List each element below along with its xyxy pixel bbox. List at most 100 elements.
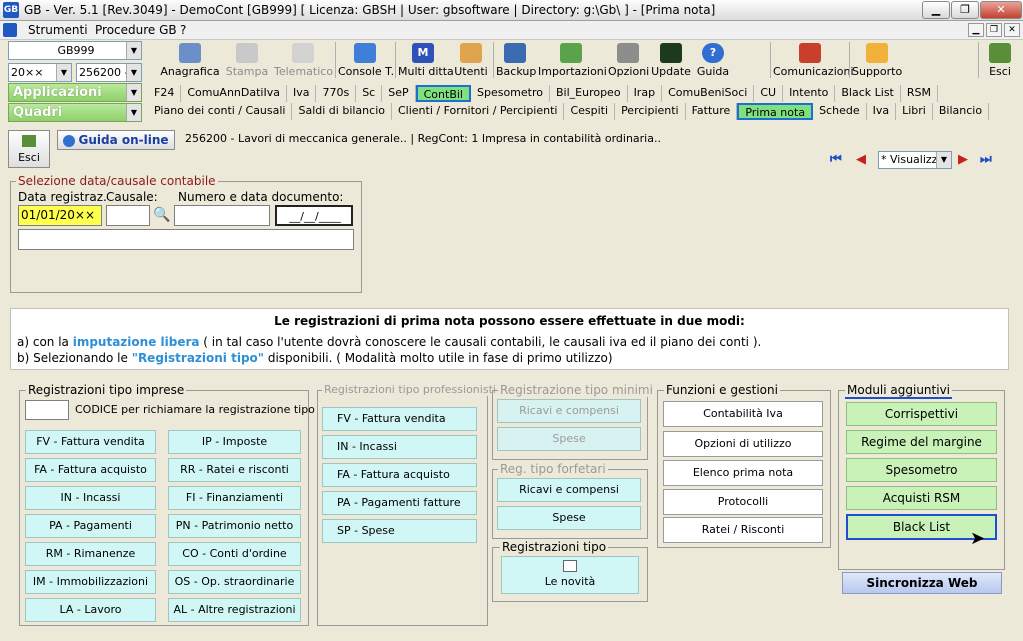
quadri-select[interactable]: Quadri ▼ xyxy=(8,103,142,122)
prof-fv-button[interactable]: FV - Fattura vendita xyxy=(322,407,477,431)
imprese-co-button[interactable]: CO - Conti d'ordine xyxy=(168,542,301,566)
first-record-icon[interactable]: ⏮ xyxy=(830,152,848,168)
data-documento-input[interactable]: __/__/____ xyxy=(275,205,353,226)
imprese-fa-button[interactable]: FA - Fattura acquisto xyxy=(25,458,156,482)
search-icon[interactable]: 🔍 xyxy=(153,207,171,225)
imprese-ip-button[interactable]: IP - Imposte xyxy=(168,430,301,454)
imprese-rm-button[interactable]: RM - Rimanenze xyxy=(25,542,156,566)
tab-black-list[interactable]: Black List xyxy=(835,85,901,102)
applicazioni-select[interactable]: Applicazioni ▼ xyxy=(8,83,142,102)
year-select[interactable]: 20×× ▼ xyxy=(8,63,72,82)
spesometro-button[interactable]: Spesometro xyxy=(846,458,997,482)
utenti-button[interactable]: Utenti xyxy=(452,41,490,80)
tab-comuanndatiiva[interactable]: ComuAnnDatiIva xyxy=(181,85,287,102)
tab-irap[interactable]: Irap xyxy=(628,85,663,102)
prof-sp-button[interactable]: SP - Spese xyxy=(322,519,477,543)
tab-piano-dei-conti[interactable]: Piano dei conti / Causali xyxy=(148,103,293,120)
imprese-in-button[interactable]: IN - Incassi xyxy=(25,486,156,510)
ratei-risconti-button[interactable]: Ratei / Risconti xyxy=(663,517,823,543)
tab-schede[interactable]: Schede xyxy=(813,103,867,120)
view-select[interactable]: * Visualizz ▼ xyxy=(878,151,952,169)
tab-comubenisoci[interactable]: ComuBeniSoci xyxy=(662,85,755,102)
opzioni-button[interactable]: Opzioni xyxy=(608,41,649,80)
tab-prima-nota[interactable]: Prima nota xyxy=(737,103,814,120)
guida-online-button[interactable]: Guida on-line xyxy=(57,130,175,150)
minimi-spese-button[interactable]: Spese xyxy=(497,427,641,451)
tab-770s[interactable]: 770s xyxy=(316,85,357,102)
close-button[interactable]: ✕ xyxy=(980,1,1022,19)
tab-iva[interactable]: Iva xyxy=(287,85,317,102)
contabilita-iva-button[interactable]: Contabilità Iva xyxy=(663,401,823,427)
le-novita-button[interactable]: Le novità xyxy=(501,556,639,594)
esci-toolbar-button[interactable]: Esci xyxy=(984,41,1016,80)
tab-spesometro[interactable]: Spesometro xyxy=(471,85,550,102)
console-button[interactable]: Console T. xyxy=(338,41,394,80)
imprese-pn-button[interactable]: PN - Patrimonio netto xyxy=(168,514,301,538)
mdi-minimize-button[interactable]: ▁ xyxy=(968,23,984,37)
tab-cu[interactable]: CU xyxy=(754,85,784,102)
tab-intento[interactable]: Intento xyxy=(783,85,836,102)
tab-contbil[interactable]: ContBil xyxy=(415,85,471,102)
update-button[interactable]: Update xyxy=(651,41,691,80)
forfetari-ricavi-button[interactable]: Ricavi e compensi xyxy=(497,478,641,502)
imprese-al-button[interactable]: AL - Altre registrazioni xyxy=(168,598,301,622)
menu-strumenti[interactable]: Strumenti xyxy=(28,23,88,37)
data-registrazione-input[interactable]: 01/01/20×× xyxy=(18,205,102,226)
code-select[interactable]: 256200 - ▼ xyxy=(76,63,142,82)
tab-percipienti[interactable]: Percipienti xyxy=(615,103,686,120)
telematico-button[interactable]: Telematico xyxy=(274,41,333,80)
tab-f24[interactable]: F24 xyxy=(148,85,182,102)
comunicazioni-button[interactable]: Comunicazioni xyxy=(773,41,854,80)
corrispettivi-button[interactable]: Corrispettivi xyxy=(846,402,997,426)
tab-rsm[interactable]: RSM xyxy=(901,85,938,102)
tab-bilancio[interactable]: Bilancio xyxy=(933,103,990,120)
imprese-rr-button[interactable]: RR - Ratei e risconti xyxy=(168,458,301,482)
mdi-close-button[interactable]: ✕ xyxy=(1004,23,1020,37)
tab-bil-europeo[interactable]: Bil_Europeo xyxy=(550,85,628,102)
company-select[interactable]: GB999 ▼ xyxy=(8,41,142,60)
guida-button[interactable]: ? Guida xyxy=(694,41,732,80)
tab-sep[interactable]: SeP xyxy=(382,85,416,102)
tab-fatture[interactable]: Fatture xyxy=(686,103,738,120)
codice-input[interactable] xyxy=(25,400,69,420)
sincronizza-web-button[interactable]: Sincronizza Web xyxy=(842,572,1002,594)
tab-libri[interactable]: Libri xyxy=(896,103,933,120)
imprese-fi-button[interactable]: FI - Finanziamenti xyxy=(168,486,301,510)
imprese-fv-button[interactable]: FV - Fattura vendita xyxy=(25,430,156,454)
forfetari-spese-button[interactable]: Spese xyxy=(497,506,641,530)
importazioni-button[interactable]: Importazioni xyxy=(538,41,607,80)
regime-margine-button[interactable]: Regime del margine xyxy=(846,430,997,454)
tab-iva-2[interactable]: Iva xyxy=(867,103,897,120)
anagrafica-button[interactable]: Anagrafica xyxy=(160,41,220,80)
protocolli-button[interactable]: Protocolli xyxy=(663,489,823,515)
stampa-button[interactable]: Stampa xyxy=(224,41,270,80)
menu-help[interactable]: ? xyxy=(180,23,186,37)
causale-input[interactable] xyxy=(106,205,150,226)
next-record-icon[interactable]: ▶ xyxy=(958,152,974,168)
tab-cespiti[interactable]: Cespiti xyxy=(564,103,616,120)
minimi-ricavi-button[interactable]: Ricavi e compensi xyxy=(497,399,641,423)
backup-button[interactable]: Backup xyxy=(496,41,536,80)
previous-record-icon[interactable]: ◀ xyxy=(856,152,872,168)
elenco-prima-nota-button[interactable]: Elenco prima nota xyxy=(663,460,823,486)
prof-pa-button[interactable]: PA - Pagamenti fatture xyxy=(322,491,477,515)
prof-in-button[interactable]: IN - Incassi xyxy=(322,435,477,459)
descrizione-input[interactable] xyxy=(18,229,354,250)
tab-saldi-di-bilancio[interactable]: Saldi di bilancio xyxy=(292,103,392,120)
numero-documento-input[interactable] xyxy=(174,205,270,226)
mdi-restore-button[interactable]: ❐ xyxy=(986,23,1002,37)
imprese-la-button[interactable]: LA - Lavoro xyxy=(25,598,156,622)
esci-button[interactable]: Esci xyxy=(8,130,50,168)
imprese-os-button[interactable]: OS - Op. straordinarie xyxy=(168,570,301,594)
supporto-button[interactable]: Supporto xyxy=(852,41,902,80)
minimize-button[interactable]: ▁ xyxy=(922,1,950,19)
opzioni-utilizzo-button[interactable]: Opzioni di utilizzo xyxy=(663,431,823,457)
menu-procedure-gb[interactable]: Procedure GB xyxy=(95,23,177,37)
prof-fa-button[interactable]: FA - Fattura acquisto xyxy=(322,463,477,487)
imprese-pa-button[interactable]: PA - Pagamenti xyxy=(25,514,156,538)
tab-sc[interactable]: Sc xyxy=(356,85,383,102)
multi-ditta-button[interactable]: M Multi ditta xyxy=(398,41,454,80)
tab-clienti-fornitori[interactable]: Clienti / Fornitori / Percipienti xyxy=(392,103,565,120)
acquisti-rsm-button[interactable]: Acquisti RSM xyxy=(846,486,997,510)
last-record-icon[interactable]: ⏭ xyxy=(980,152,998,168)
